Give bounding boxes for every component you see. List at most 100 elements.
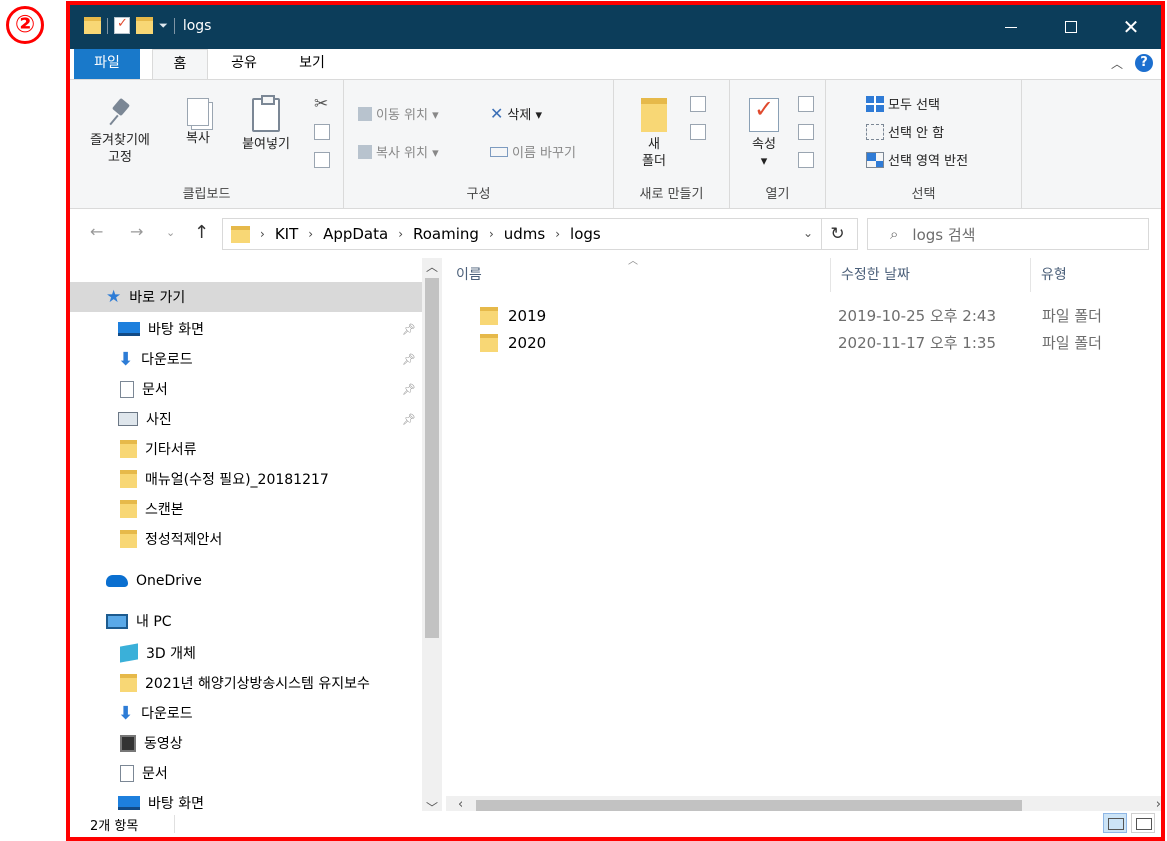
column-header-date[interactable]: 수정한 날짜 — [830, 258, 1030, 292]
delete-button[interactable]: ✕ 삭제 ▾ — [490, 104, 542, 123]
invert-selection-button[interactable]: 선택 영역 반전 — [866, 150, 968, 169]
minimize-button[interactable] — [981, 5, 1041, 49]
move-to-button[interactable]: 이동 위치 ▾ — [358, 104, 439, 123]
nav-item-folder[interactable]: 매뉴얼(수정 필요)_20181217 — [70, 464, 422, 494]
breadcrumb-appdata[interactable]: AppData — [323, 225, 388, 243]
chevron-down-icon[interactable]: ⌄ — [803, 226, 813, 240]
nav-item-downloads[interactable]: ⬇ 다운로드 — [70, 698, 422, 728]
new-folder-button[interactable]: 새 폴더 — [634, 98, 674, 170]
scroll-left-icon[interactable]: ‹ — [458, 797, 463, 812]
collapse-ribbon-icon[interactable]: ︿ — [1111, 55, 1123, 72]
edit-icon[interactable] — [798, 124, 814, 140]
nav-item-folder[interactable]: 기타서류 — [70, 434, 422, 464]
tab-view[interactable]: 보기 — [284, 49, 340, 79]
download-icon: ⬇ — [118, 348, 134, 370]
nav-item-folder[interactable]: 정성적제안서 — [70, 524, 422, 554]
nav-item-documents[interactable]: 문서 📌︎ — [70, 374, 422, 404]
nav-item-label: OneDrive — [136, 573, 202, 589]
easy-access-icon[interactable] — [690, 124, 706, 140]
nav-item-3d-objects[interactable]: 3D 개체 — [70, 638, 422, 668]
breadcrumb-udms[interactable]: udms — [504, 225, 545, 243]
paste-shortcut-icon[interactable] — [314, 152, 330, 168]
chevron-right-icon[interactable]: › — [260, 227, 265, 241]
nav-item-desktop[interactable]: 바탕 화면 📌︎ — [70, 314, 422, 344]
table-row[interactable]: 2020 2020-11-17 오후 1:35 파일 폴더 — [446, 329, 1161, 356]
recent-locations-icon[interactable]: ⌄ — [166, 226, 175, 239]
move-to-icon — [358, 106, 372, 121]
nav-item-quick-access[interactable]: ★ 바로 가기 — [70, 282, 422, 312]
nav-item-folder[interactable]: 2021년 해양기상방송시스템 유지보수 — [70, 668, 422, 698]
breadcrumb-roaming[interactable]: Roaming — [413, 225, 479, 243]
properties-quick-icon[interactable] — [114, 16, 130, 34]
details-view-icon[interactable] — [1103, 813, 1127, 833]
breadcrumb-kit[interactable]: KIT — [275, 225, 298, 243]
pinned-icon[interactable]: 📌︎ — [402, 323, 416, 336]
properties-button[interactable]: 속성 ▾ — [742, 98, 786, 170]
refresh-button[interactable]: ↻ — [818, 218, 858, 250]
close-button[interactable]: ✕ — [1101, 5, 1161, 49]
nav-item-onedrive[interactable]: OneDrive — [70, 566, 422, 596]
search-icon: ⌕ — [890, 225, 899, 243]
paste-button[interactable]: 붙여넣기 — [230, 95, 302, 153]
customize-toolbar-icon[interactable]: ⏷ — [159, 19, 168, 33]
nav-item-label: 문서 — [142, 382, 168, 398]
pin-to-quick-access-button[interactable]: 즐겨찾기에 고정 — [78, 98, 162, 166]
nav-item-downloads[interactable]: ⬇ 다운로드 📌︎ — [70, 344, 422, 374]
copy-label: 복사 — [186, 131, 210, 146]
large-icons-view-icon[interactable] — [1131, 813, 1155, 833]
nav-item-folder[interactable]: 스캔본 — [70, 494, 422, 524]
breadcrumb-logs[interactable]: logs — [570, 225, 601, 243]
address-bar[interactable]: › KIT › AppData › Roaming › udms › logs … — [222, 218, 822, 250]
help-icon[interactable]: ? — [1135, 54, 1153, 72]
open-icon[interactable] — [798, 96, 814, 112]
step-number-marker: ② — [6, 6, 44, 44]
column-header-type[interactable]: 유형 — [1030, 258, 1161, 292]
folder-icon — [480, 333, 498, 352]
invert-selection-icon — [866, 151, 884, 168]
column-header-name[interactable]: 이름 — [446, 258, 830, 292]
row-name-cell: 2019 — [480, 306, 546, 325]
tab-share[interactable]: 공유 — [216, 49, 272, 79]
properties-dropdown-icon[interactable]: ▾ — [742, 153, 786, 170]
copy-button[interactable]: 복사 — [176, 98, 220, 147]
select-all-button[interactable]: 모두 선택 — [866, 94, 940, 113]
nav-item-label: 2021년 해양기상방송시스템 유지보수 — [145, 676, 370, 692]
scroll-up-icon[interactable]: ︿ — [426, 258, 438, 275]
pinned-icon[interactable]: 📌︎ — [402, 413, 416, 426]
tab-home[interactable]: 홈 — [152, 49, 208, 80]
cut-icon[interactable]: ✂ — [314, 96, 330, 113]
back-arrow-icon[interactable]: ← — [90, 222, 103, 241]
nav-item-this-pc[interactable]: 내 PC — [70, 606, 422, 636]
search-input[interactable]: ⌕ logs 검색 — [867, 218, 1149, 250]
copy-to-button[interactable]: 복사 위치 ▾ — [358, 142, 439, 161]
chevron-right-icon[interactable]: › — [555, 227, 560, 241]
new-item-icon[interactable] — [690, 96, 706, 112]
scrollbar-thumb[interactable] — [425, 278, 439, 638]
chevron-right-icon[interactable]: › — [308, 227, 313, 241]
nav-item-documents[interactable]: 문서 — [70, 758, 422, 788]
separator — [107, 17, 108, 34]
rename-button[interactable]: 이름 바꾸기 — [490, 142, 576, 161]
nav-item-videos[interactable]: 동영상 — [70, 728, 422, 758]
nav-item-label: 문서 — [142, 766, 168, 782]
tab-file[interactable]: 파일 — [74, 49, 140, 79]
forward-arrow-icon[interactable]: → — [130, 222, 143, 241]
new-folder-quick-icon[interactable] — [136, 17, 153, 34]
up-arrow-icon[interactable]: ↑ — [194, 222, 209, 243]
delete-icon: ✕ — [490, 104, 504, 123]
copy-path-icon[interactable] — [314, 124, 330, 140]
scroll-right-icon[interactable]: › — [1156, 797, 1161, 812]
copy-to-label: 복사 위치 ▾ — [376, 146, 439, 161]
file-list: ︿ 이름 수정한 날짜 유형 2019 2019-10-25 오후 2:43 파… — [446, 258, 1161, 816]
select-none-button[interactable]: 선택 안 함 — [866, 122, 944, 141]
nav-item-pictures[interactable]: 사진 📌︎ — [70, 404, 422, 434]
pinned-icon[interactable]: 📌︎ — [402, 353, 416, 366]
nav-pane-scrollbar[interactable]: ︿ ﹀ — [422, 258, 442, 816]
history-icon[interactable] — [798, 152, 814, 168]
chevron-right-icon[interactable]: › — [489, 227, 494, 241]
table-row[interactable]: 2019 2019-10-25 오후 2:43 파일 폴더 — [446, 302, 1161, 329]
status-bar: 2개 항목 — [70, 811, 1161, 837]
maximize-button[interactable] — [1041, 5, 1101, 49]
pinned-icon[interactable]: 📌︎ — [402, 383, 416, 396]
chevron-right-icon[interactable]: › — [398, 227, 403, 241]
